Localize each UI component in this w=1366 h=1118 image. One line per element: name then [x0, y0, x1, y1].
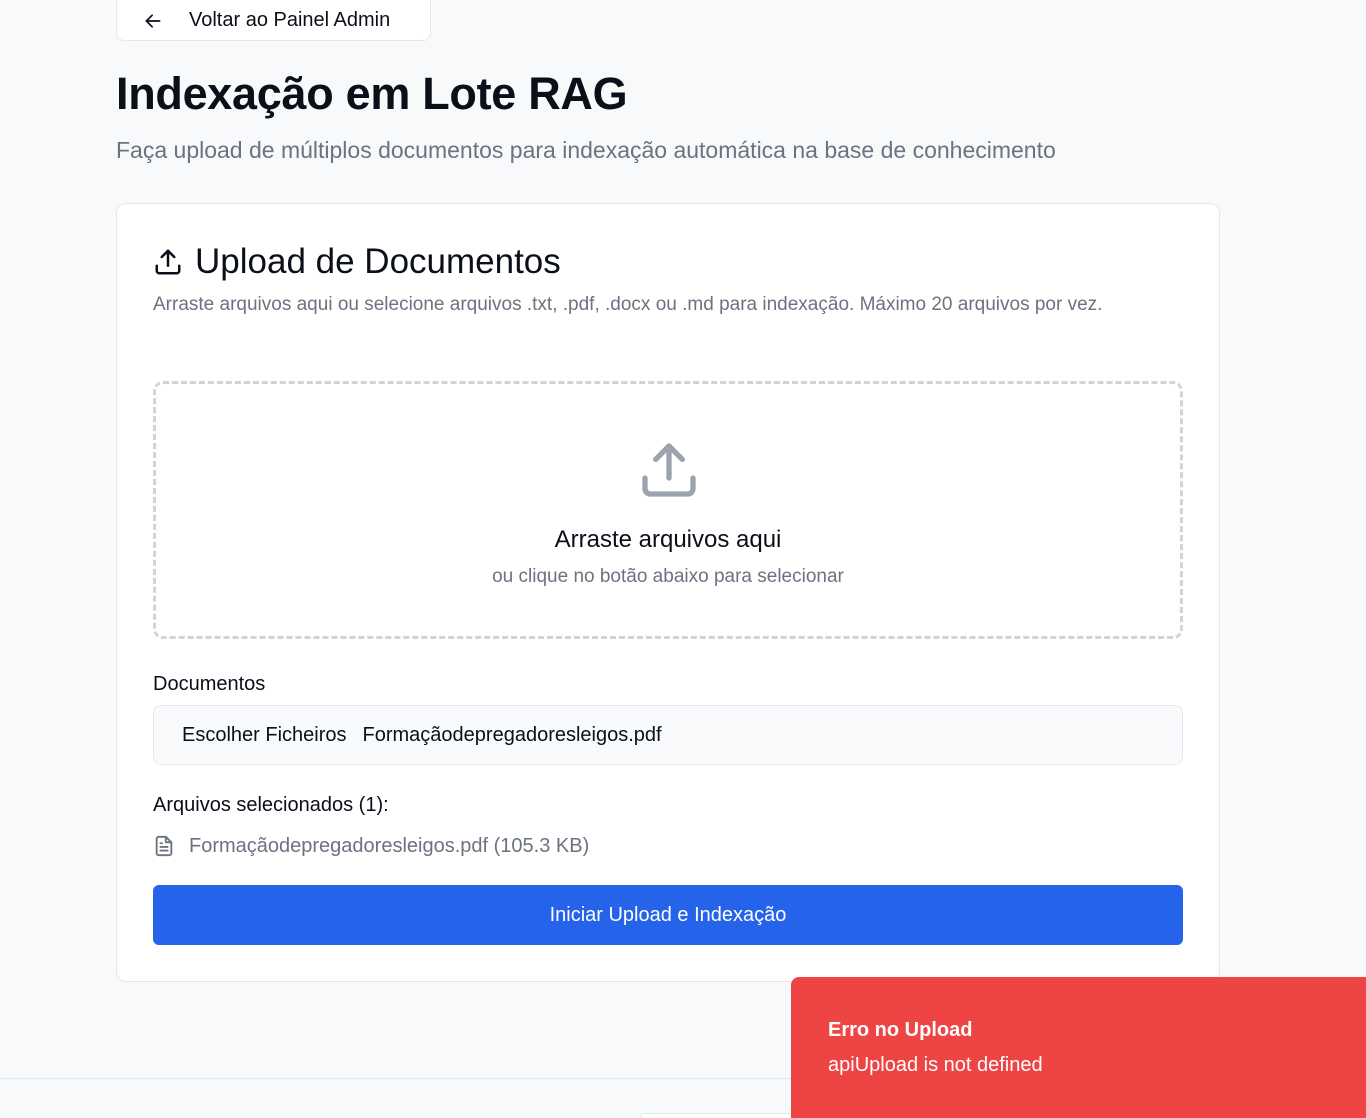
toast-title: Erro no Upload: [828, 1019, 973, 1041]
back-to-admin-button[interactable]: Voltar ao Painel Admin: [116, 0, 431, 41]
page: Voltar ao Painel Admin Indexação em Lote…: [0, 0, 1366, 1118]
file-text-icon: [153, 834, 175, 858]
selected-file-text: Formaçãodepregadoresleigos.pdf (105.3 KB…: [189, 834, 590, 857]
documents-label: Documentos: [153, 673, 266, 695]
back-button-label: Voltar ao Painel Admin: [189, 9, 391, 31]
file-dropzone[interactable]: Arraste arquivos aqui ou clique no botão…: [153, 381, 1183, 639]
start-upload-button[interactable]: Iniciar Upload e Indexação: [153, 885, 1183, 945]
footer-button[interactable]: [640, 1113, 800, 1118]
arrow-left-icon: [143, 11, 163, 31]
page-subtitle: Faça upload de múltiplos documentos para…: [116, 137, 1056, 163]
card-title: Upload de Documentos: [195, 242, 561, 281]
toast-message: apiUpload is not defined: [828, 1054, 1043, 1076]
card-header: Upload de Documentos: [153, 242, 561, 282]
choose-files-button[interactable]: Escolher Ficheiros: [182, 724, 347, 747]
upload-icon: [153, 247, 183, 277]
dropzone-title: Arraste arquivos aqui: [554, 526, 782, 553]
error-toast[interactable]: Erro no Upload apiUpload is not defined: [791, 977, 1366, 1118]
card-description: Arraste arquivos aqui ou selecione arqui…: [153, 294, 1103, 315]
page-title: Indexação em Lote RAG: [116, 68, 628, 119]
upload-icon: [637, 438, 701, 502]
list-item: Formaçãodepregadoresleigos.pdf (105.3 KB…: [153, 834, 589, 858]
chosen-file-name: Formaçãodepregadoresleigos.pdf: [362, 723, 662, 746]
selected-files-label: Arquivos selecionados (1):: [153, 794, 389, 816]
upload-card: Upload de Documentos Arraste arquivos aq…: [116, 203, 1220, 982]
dropzone-subtitle: ou clique no botão abaixo para seleciona…: [492, 566, 844, 587]
file-input[interactable]: Escolher Ficheiros Formaçãodepregadoresl…: [153, 705, 1183, 765]
